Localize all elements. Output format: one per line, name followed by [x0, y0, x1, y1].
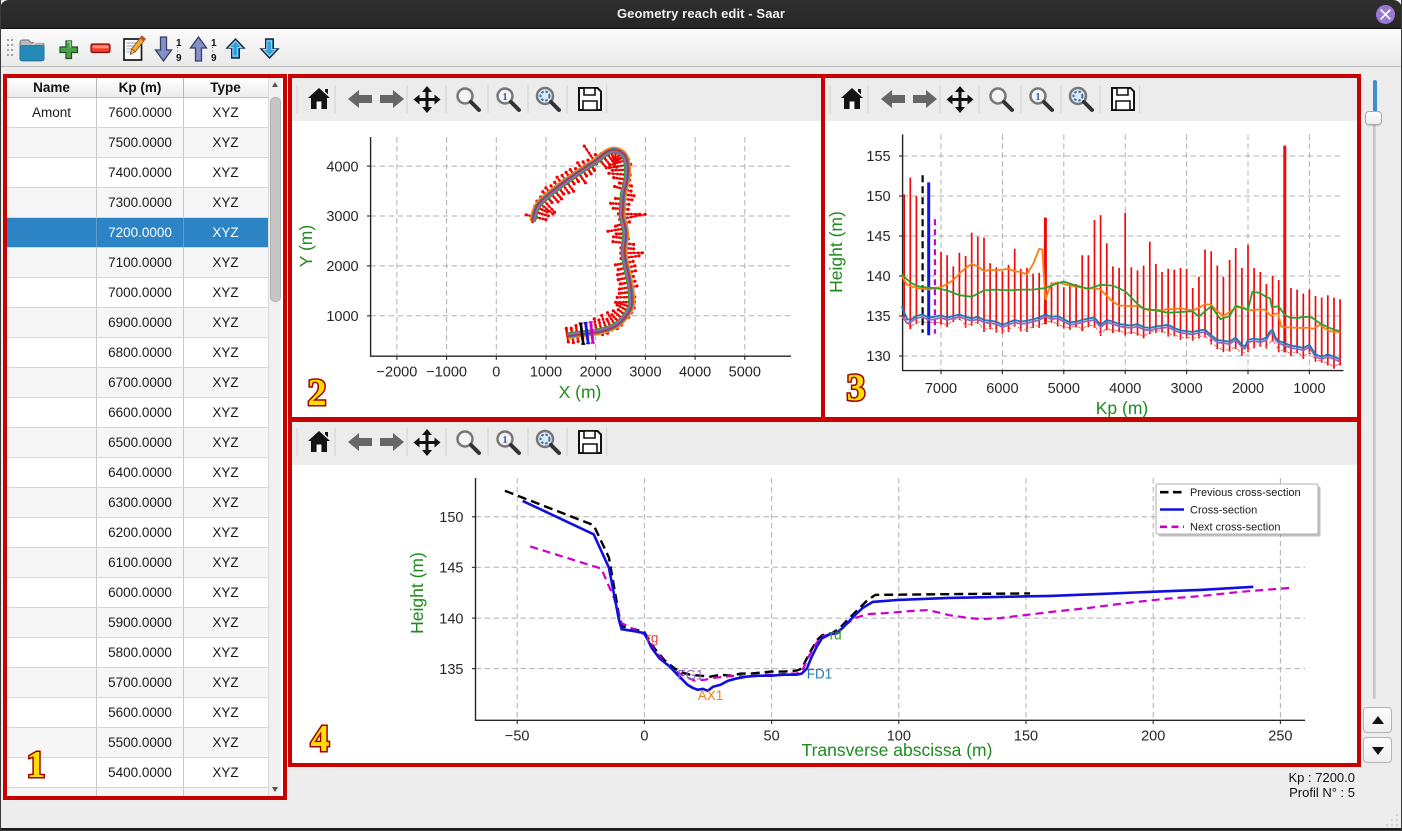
svg-text:50: 50	[764, 729, 780, 745]
svg-text:4000: 4000	[326, 159, 358, 175]
svg-text:4: 4	[311, 718, 330, 759]
svg-text:3: 3	[847, 367, 866, 408]
svg-text:140: 140	[439, 611, 463, 627]
svg-text:0: 0	[640, 729, 648, 745]
svg-text:155: 155	[866, 149, 890, 165]
svg-text:2000: 2000	[326, 259, 358, 275]
svg-text:rg: rg	[646, 630, 658, 645]
svg-text:250: 250	[1268, 729, 1292, 745]
svg-text:9: 9	[211, 53, 217, 64]
svg-text:1000: 1000	[530, 365, 562, 381]
svg-text:140: 140	[866, 269, 890, 285]
svg-text:1000: 1000	[1293, 381, 1325, 397]
svg-text:X (m): X (m)	[559, 382, 602, 402]
svg-text:0: 0	[492, 365, 500, 381]
svg-text:−2000: −2000	[377, 365, 418, 381]
svg-text:7000: 7000	[925, 381, 957, 397]
svg-text:5000: 5000	[1048, 381, 1080, 397]
svg-text:135: 135	[439, 662, 463, 678]
svg-text:2000: 2000	[1232, 381, 1264, 397]
svg-text:Transverse abscissa (m): Transverse abscissa (m)	[802, 740, 993, 760]
svg-text:9: 9	[176, 53, 182, 64]
svg-text:5000: 5000	[729, 365, 761, 381]
svg-text:Y (m): Y (m)	[296, 225, 316, 267]
svg-text:2: 2	[308, 372, 327, 413]
svg-text:2000: 2000	[580, 365, 612, 381]
svg-text:Previous cross-section: Previous cross-section	[1190, 487, 1301, 499]
svg-text:145: 145	[439, 561, 463, 577]
svg-text:4000: 4000	[679, 365, 711, 381]
svg-text:200: 200	[1141, 729, 1165, 745]
svg-text:150: 150	[439, 510, 463, 526]
svg-text:rd: rd	[830, 627, 842, 642]
svg-text:FD1: FD1	[807, 667, 833, 682]
svg-text:4000: 4000	[1109, 381, 1141, 397]
svg-text:145: 145	[866, 229, 890, 245]
svg-text:150: 150	[1014, 729, 1038, 745]
svg-text:135: 135	[866, 309, 890, 325]
svg-text:150: 150	[866, 189, 890, 205]
svg-text:AX1: AX1	[698, 688, 724, 703]
svg-text:3000: 3000	[326, 209, 358, 225]
svg-text:−1000: −1000	[426, 365, 467, 381]
svg-text:Next cross-section: Next cross-section	[1190, 522, 1280, 534]
svg-text:Kp (m): Kp (m)	[1096, 398, 1149, 418]
svg-text:Cross-section: Cross-section	[1190, 504, 1257, 516]
svg-text:Height (m): Height (m)	[407, 552, 427, 634]
svg-text:3000: 3000	[629, 365, 661, 381]
svg-text:Height (m): Height (m)	[826, 211, 846, 293]
svg-text:1000: 1000	[326, 309, 358, 325]
svg-text:3000: 3000	[1170, 381, 1202, 397]
svg-text:1: 1	[27, 744, 46, 785]
svg-text:FG1: FG1	[677, 668, 703, 683]
svg-text:6000: 6000	[986, 381, 1018, 397]
svg-text:−50: −50	[505, 729, 530, 745]
